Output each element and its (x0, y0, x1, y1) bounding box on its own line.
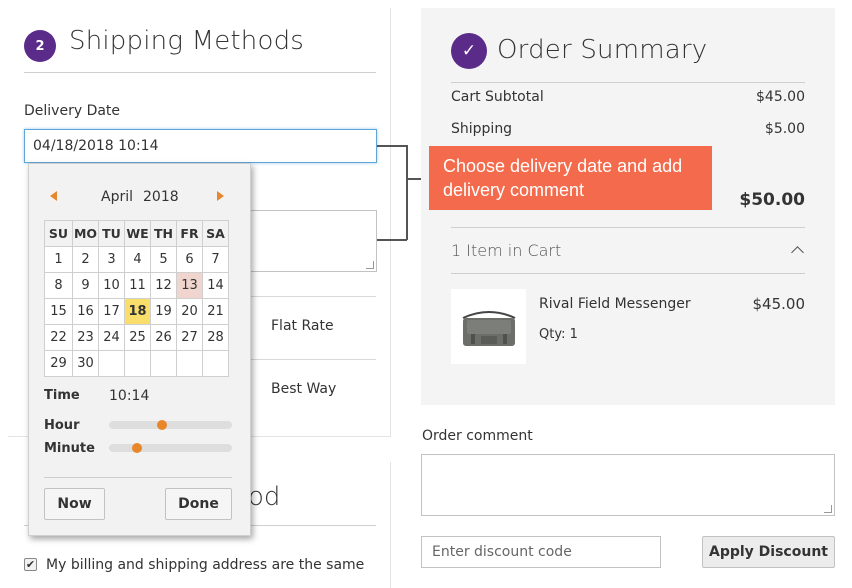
order-comment-label: Order comment (422, 428, 533, 444)
annotation-callout: Choose delivery date and add delivery co… (429, 146, 712, 210)
product-name[interactable]: Rival Field Messenger (539, 296, 691, 312)
hour-slider-handle[interactable] (156, 420, 167, 430)
product-thumbnail[interactable] (451, 289, 526, 364)
divider (44, 477, 232, 478)
calendar-day[interactable]: 15 (44, 298, 73, 325)
delivery-date-input[interactable]: 04/18/2018 10:14 (24, 129, 377, 163)
done-button[interactable]: Done (165, 488, 232, 520)
next-month-icon[interactable] (217, 191, 224, 201)
discount-code-input[interactable]: Enter discount code (421, 536, 661, 568)
calendar-day[interactable]: 25 (124, 324, 151, 351)
calendar-day[interactable]: 26 (150, 324, 177, 351)
calendar-day[interactable]: 5 (150, 246, 177, 273)
minute-slider[interactable] (109, 443, 232, 453)
calendar-day[interactable]: 1 (44, 246, 73, 273)
calendar-empty-cell (176, 350, 203, 377)
calendar-day[interactable]: 10 (98, 272, 125, 299)
same-address-label[interactable]: My billing and shipping address are the … (46, 557, 364, 573)
connector-line (377, 145, 407, 147)
calendar-day[interactable]: 2 (72, 246, 99, 273)
shipping-label: Shipping (451, 121, 513, 137)
calendar-day[interactable]: 7 (202, 246, 229, 273)
order-summary-title: Order Summary (497, 35, 708, 65)
divider (250, 359, 376, 360)
calendar-day[interactable]: 22 (44, 324, 73, 351)
weekday-header: TH (150, 220, 177, 247)
billing-title: od (248, 482, 281, 512)
cart-subtotal-label: Cart Subtotal (451, 89, 544, 105)
shipping-methods-title: Shipping Methods (69, 26, 305, 56)
calendar-day[interactable]: 17 (98, 298, 125, 325)
step-number-badge: 2 (24, 30, 56, 62)
check-icon: ✓ (451, 33, 487, 69)
calendar-day[interactable]: 21 (202, 298, 229, 325)
divider (250, 296, 376, 297)
calendar-day[interactable]: 28 (202, 324, 229, 351)
weekday-header: FR (176, 220, 203, 247)
apply-discount-button[interactable]: Apply Discount (702, 536, 835, 568)
divider (451, 82, 805, 83)
cart-subtotal-value: $45.00 (756, 89, 805, 105)
calendar-empty-cell (202, 350, 229, 377)
weekday-header: MO (72, 220, 99, 247)
delivery-date-label: Delivery Date (24, 103, 121, 119)
calendar-month[interactable]: April (101, 189, 133, 205)
calendar-empty-cell (98, 350, 125, 377)
weekday-header: SU (44, 220, 73, 247)
weekday-header: WE (124, 220, 151, 247)
calendar-grid: SU MO TU WE TH FR SA 1 2 3 4 5 6 7 8 9 10 11 12 13 14 15 16 17… (44, 220, 229, 377)
divider (451, 227, 805, 228)
calendar-day[interactable]: 11 (124, 272, 151, 299)
minute-label: Minute (44, 441, 95, 456)
calendar-day[interactable]: 19 (150, 298, 177, 325)
items-in-cart-toggle[interactable]: 1 Item in Cart (451, 241, 561, 260)
resize-grip-icon[interactable] (366, 261, 374, 269)
calendar-day[interactable]: 8 (44, 272, 73, 299)
connector-line (377, 239, 407, 241)
same-address-checkbox[interactable]: ✔ (24, 558, 37, 571)
calendar-day[interactable]: 24 (98, 324, 125, 351)
calendar-day[interactable]: 16 (72, 298, 99, 325)
calendar-day[interactable]: 12 (150, 272, 177, 299)
delivery-comment-textarea[interactable] (250, 210, 377, 272)
hour-slider[interactable] (109, 420, 232, 430)
order-total-value: $50.00 (739, 190, 805, 210)
chevron-up-icon[interactable] (791, 246, 804, 259)
divider (24, 72, 376, 73)
prev-month-icon[interactable] (50, 191, 57, 201)
calendar-day[interactable]: 3 (98, 246, 125, 273)
shipping-value: $5.00 (764, 121, 805, 137)
calendar-empty-cell (150, 350, 177, 377)
divider (451, 273, 805, 274)
order-comment-textarea[interactable] (421, 454, 835, 516)
weekday-header: SA (202, 220, 229, 247)
calendar-day[interactable]: 9 (72, 272, 99, 299)
calendar-day[interactable]: 18 (124, 298, 151, 325)
shipping-method-flat-rate[interactable]: Flat Rate (271, 318, 334, 334)
calendar-day[interactable]: 13 (176, 272, 203, 299)
weekday-header: TU (98, 220, 125, 247)
messenger-bag-icon (462, 310, 515, 346)
date-picker-popup: April 2018 SU MO TU WE TH FR SA 1 2 3 4 5 6 7 8 9 10 11 1… (28, 163, 251, 536)
time-label: Time (44, 388, 80, 403)
calendar-year[interactable]: 2018 (143, 189, 179, 205)
minute-slider-handle[interactable] (132, 443, 143, 453)
calendar-empty-cell (124, 350, 151, 377)
resize-grip-icon[interactable] (824, 505, 832, 513)
calendar-day[interactable]: 29 (44, 350, 73, 377)
calendar-day[interactable]: 4 (124, 246, 151, 273)
time-value: 10:14 (109, 388, 150, 404)
calendar-day[interactable]: 30 (72, 350, 99, 377)
product-qty: Qty: 1 (539, 327, 578, 342)
calendar-day[interactable]: 27 (176, 324, 203, 351)
connector-line (406, 145, 408, 240)
hour-label: Hour (44, 418, 80, 433)
product-price: $45.00 (752, 295, 806, 313)
calendar-day[interactable]: 23 (72, 324, 99, 351)
calendar-day[interactable]: 14 (202, 272, 229, 299)
calendar-day[interactable]: 6 (176, 246, 203, 273)
shipping-method-best-way[interactable]: Best Way (271, 381, 336, 397)
calendar-day[interactable]: 20 (176, 298, 203, 325)
now-button[interactable]: Now (44, 488, 105, 520)
